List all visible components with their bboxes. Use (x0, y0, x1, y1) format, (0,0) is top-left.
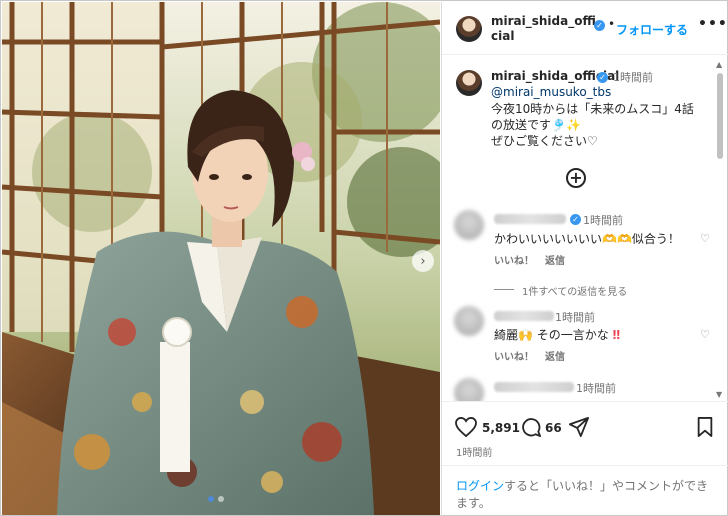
caption-line: ぜひご覧ください♡ (491, 134, 598, 148)
commenter-avatar[interactable] (454, 210, 484, 240)
comments-scrollbar[interactable]: ▲ ▼ (715, 60, 725, 400)
commenter-username-blurred[interactable] (494, 311, 554, 321)
more-options-icon[interactable]: ••• (698, 16, 728, 32)
scroll-up-arrow-icon[interactable]: ▲ (716, 60, 722, 69)
double-exclamation-mark: ‼ (612, 328, 621, 342)
post-sidebar: mirai_shida_official ✓ • フォローする ••• mira… (441, 2, 728, 516)
comment-count: 66 (545, 421, 562, 435)
like-count[interactable]: 5,891 (482, 421, 520, 435)
caption-line: 今夜10時からは「未来のムスコ」4話 (491, 102, 694, 116)
caption-line: の放送です🎐✨ (491, 118, 581, 132)
post-time: 1時間前 (456, 448, 493, 459)
commenter-avatar[interactable] (454, 306, 484, 336)
carousel-dot-active (208, 496, 214, 502)
comment-reply-link[interactable]: 返信 (545, 252, 565, 267)
load-more-comments-button[interactable]: + (566, 168, 586, 188)
caption-time: 1時間前 (613, 71, 653, 84)
replies-divider (494, 289, 514, 290)
post-header: mirai_shida_official ✓ • フォローする ••• (442, 2, 728, 55)
login-link[interactable]: ログイン (456, 479, 504, 493)
comment-text-main: 綺麗🙌 その一言かな (494, 328, 609, 342)
post-photo[interactable]: › (2, 2, 440, 515)
post-actions: 5,891 66 1時間前 ログインすると「いいね！」やコメントができます。 (442, 401, 728, 516)
next-photo-button[interactable]: › (412, 250, 434, 272)
save-bookmark-icon[interactable] (696, 417, 714, 437)
post-modal: › mirai_shida_official ✓ • フォローする ••• mi… (0, 0, 728, 516)
comment-reply-link[interactable]: 返信 (545, 348, 565, 363)
carousel-indicator (208, 496, 224, 502)
commenter-username-blurred[interactable] (494, 214, 566, 224)
header-separator: • (608, 17, 616, 31)
comment-bubble-icon[interactable] (521, 417, 541, 437)
comment-time: 1時間前 (555, 311, 595, 324)
verified-badge-icon: ✓ (594, 20, 605, 31)
verified-badge-icon: ✓ (570, 214, 581, 225)
caption-mention-link[interactable]: @mirai_musuko_tbs (491, 85, 611, 99)
like-heart-icon[interactable] (455, 417, 477, 437)
comment-time: 1時間前 (583, 214, 623, 227)
author-avatar[interactable] (456, 16, 482, 42)
photo-illustration (2, 2, 440, 515)
commenter-avatar[interactable] (454, 378, 484, 401)
comment-time: 1時間前 (576, 382, 616, 395)
commenter-username-blurred[interactable] (494, 382, 574, 392)
comment-like-link[interactable]: いいね！ (494, 252, 534, 267)
share-paper-plane-icon[interactable] (569, 417, 589, 437)
comment-text: かわいいいいいいい🫶🫶似合う！ (494, 232, 680, 246)
comment-like-link[interactable]: いいね！ (494, 348, 534, 363)
login-prompt: ログインすると「いいね！」やコメントができます。 (442, 465, 728, 516)
follow-button[interactable]: フォローする (616, 21, 688, 38)
scrollbar-thumb[interactable] (717, 73, 723, 159)
comment-heart-icon[interactable]: ♡ (700, 328, 710, 341)
carousel-dot (218, 496, 224, 502)
verified-badge-icon: ✓ (597, 72, 608, 83)
comment-heart-icon[interactable]: ♡ (700, 232, 710, 245)
view-replies-link[interactable]: 1件すべての返信を見る (522, 283, 627, 298)
comment-text: 綺麗🙌 その一言かな ‼ (494, 326, 620, 343)
caption-avatar[interactable] (456, 70, 482, 96)
comments-scroll-area[interactable]: mirai_shida_official ✓ 1時間前 @mirai_musuk… (442, 56, 728, 401)
scroll-down-arrow-icon[interactable]: ▼ (716, 390, 722, 399)
author-username[interactable]: mirai_shida_official (491, 14, 601, 44)
